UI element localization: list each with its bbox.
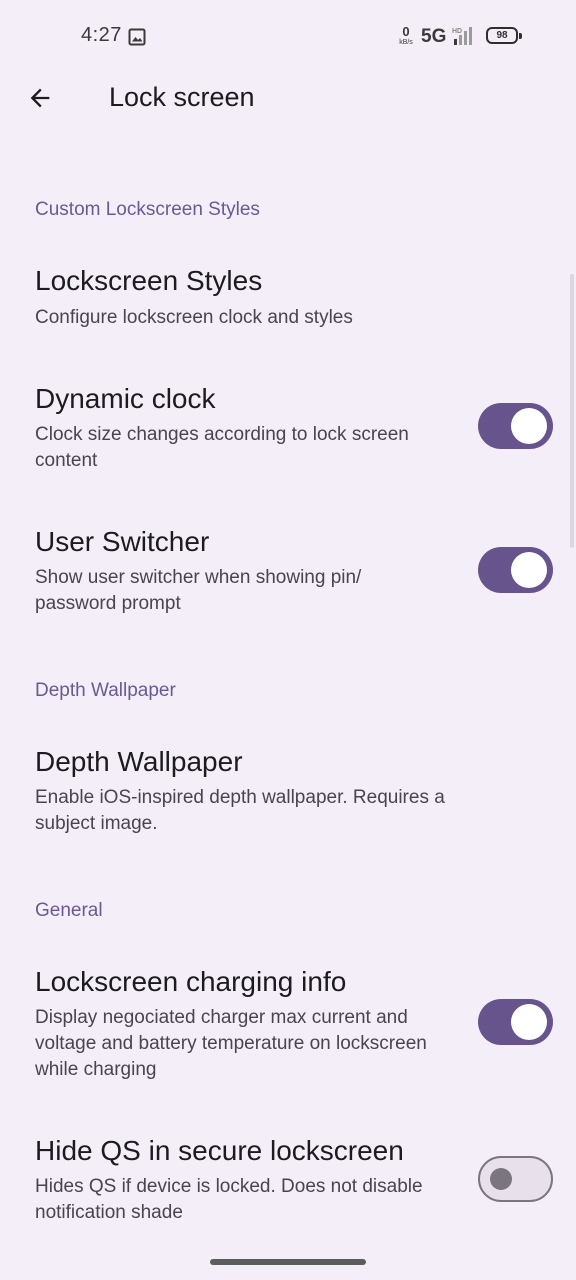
pref-user-switcher[interactable]: User Switcher Show user switcher when sh… (0, 511, 576, 631)
pref-dynamic-clock[interactable]: Dynamic clock Clock size changes accordi… (0, 368, 576, 488)
hide-qs-switch[interactable] (478, 1156, 553, 1202)
page-title: Lock screen (109, 82, 255, 112)
pref-summary: Clock size changes according to lock scr… (35, 424, 409, 471)
switch-thumb (511, 408, 547, 444)
status-time: 4:27 (81, 24, 122, 46)
arrow-back-icon (30, 88, 50, 108)
svg-text:HD: HD (452, 28, 462, 35)
battery-level: 98 (496, 30, 508, 41)
charging-info-switch[interactable] (478, 999, 553, 1045)
pref-depth-wallpaper[interactable]: Depth Wallpaper Enable iOS-inspired dept… (0, 731, 576, 851)
section-header-general: General (35, 900, 103, 921)
switch-thumb (511, 1004, 547, 1040)
pref-summary: Hides QS if device is locked. Does not d… (35, 1176, 423, 1223)
pref-lockscreen-styles[interactable]: Lockscreen Styles Configure lockscreen c… (0, 250, 576, 350)
status-bar: 4:27 0 kB/s 5G HD 98 (0, 0, 576, 72)
net-speed: 0 kB/s (396, 25, 416, 46)
pref-summary: Configure lockscreen clock and styles (35, 307, 353, 328)
network-type: 5G (421, 26, 447, 47)
user-switcher-switch[interactable] (478, 547, 553, 593)
pref-summary: Enable iOS-inspired depth wallpaper. Req… (35, 787, 445, 834)
pref-charging-info[interactable]: Lockscreen charging info Display negocia… (0, 951, 576, 1091)
dynamic-clock-switch[interactable] (478, 403, 553, 449)
switch-thumb (490, 1168, 512, 1190)
battery-icon: 98 (486, 27, 522, 44)
pref-hide-qs[interactable]: Hide QS in secure lockscreen Hides QS if… (0, 1120, 576, 1240)
hd-signal-icon: HD (452, 27, 472, 45)
pref-title: Dynamic clock (35, 383, 216, 414)
back-button[interactable] (18, 76, 62, 120)
pref-title: User Switcher (35, 526, 210, 557)
pref-title: Depth Wallpaper (35, 746, 243, 777)
pref-summary: Display negociated charger max current a… (35, 1007, 427, 1080)
net-speed-unit: kB/s (399, 39, 413, 46)
pref-summary: Show user switcher when showing pin/ pas… (35, 567, 362, 614)
app-bar: Lock screen (0, 72, 576, 128)
gesture-nav-handle[interactable] (210, 1259, 366, 1265)
net-speed-value: 0 (402, 24, 410, 39)
section-header-depth: Depth Wallpaper (35, 680, 176, 701)
pref-title: Hide QS in secure lockscreen (35, 1135, 404, 1166)
gallery-icon (128, 28, 146, 46)
section-header-custom: Custom Lockscreen Styles (35, 199, 260, 220)
switch-thumb (511, 552, 547, 588)
pref-title: Lockscreen Styles (35, 265, 263, 296)
pref-title: Lockscreen charging info (35, 966, 347, 997)
